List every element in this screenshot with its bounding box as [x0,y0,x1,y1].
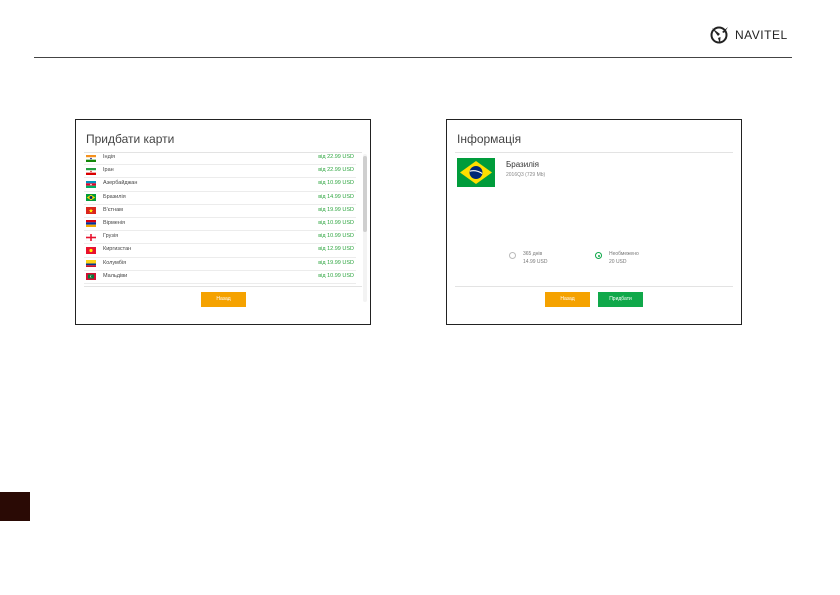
navitel-wordmark: NAVITEL [735,28,788,42]
option-label: Необмежено [609,251,639,257]
country-row[interactable]: В'єтнам від 19.99 USD [84,205,356,218]
country-name: Мальдіви [103,272,128,279]
armenia-flag-icon [86,220,96,228]
back-button[interactable]: Назад [201,292,246,307]
info-title: Інформація [457,132,522,146]
country-row[interactable]: Киргизстан від 12.99 USD [84,244,356,258]
option-price: 14.99 USD [523,259,548,265]
country-row[interactable]: Іран від 22.99 USD [84,165,356,179]
colombia-flag-icon [86,260,96,267]
country-price: від 10.99 USD [318,219,354,226]
footer-divider [455,286,733,287]
navitel-logo: NAVITEL [708,24,788,46]
country-list-scrollbar[interactable] [363,154,367,302]
country-price: від 10.99 USD [318,233,354,240]
vietnam-flag-icon [86,207,96,215]
brazil-flag-icon [86,194,96,202]
azerbaijan-flag-icon [86,180,96,188]
buy-button[interactable]: Придбати [598,292,643,307]
georgia-flag-icon [86,233,96,241]
maldives-flag-icon [86,273,96,281]
radio-button-selected[interactable] [595,252,602,259]
country-price: від 10.99 USD [318,180,354,187]
buy-maps-screen: Придбати карти Індія від 22.99 USD Іран … [75,119,371,325]
title-divider [455,152,733,153]
country-name: Бразилія [506,160,539,169]
country-price: від 14.99 USD [318,193,354,200]
radio-button[interactable] [509,252,516,259]
footer-divider [84,286,362,287]
brazil-flag-icon [457,158,495,187]
country-row[interactable]: Бразилія від 14.99 USD [84,192,356,205]
country-price: від 19.99 USD [318,259,354,266]
option-label: 365 днів [523,251,543,257]
buy-maps-title: Придбати карти [86,132,175,146]
map-version: 2016Q3 (729 Mb) [506,172,546,178]
back-button[interactable]: Назад [545,292,590,307]
country-row[interactable]: Грузія від 10.99 USD [84,231,356,245]
country-row[interactable]: Мальдіви від 10.99 USD [84,271,356,284]
option-price: 20 USD [609,259,627,265]
page-edge-tab [0,492,30,521]
header-divider [34,57,792,58]
country-row[interactable]: Вірменія від 10.99 USD [84,218,356,232]
country-row[interactable]: Азербайджан від 10.99 USD [84,178,356,192]
country-row[interactable]: Індія від 22.99 USD [84,152,356,166]
info-screen: Інформація Бразилія 2016Q3 (729 Mb) 365 … [446,119,742,325]
country-name: Колумбія [103,259,127,266]
country-name: Вірменія [103,219,126,226]
country-name: Азербайджан [103,180,138,187]
country-name: Киргизстан [103,246,132,253]
country-name: Індія [103,154,115,160]
country-price: від 12.99 USD [318,246,354,253]
country-price: від 19.99 USD [318,206,354,213]
country-name: Грузія [103,233,119,240]
country-row[interactable]: Колумбія від 19.99 USD [84,258,356,271]
india-flag-icon [86,154,96,162]
country-list: Індія від 22.99 USD Іран від 22.99 USD А… [84,152,356,304]
iran-flag-icon [86,167,96,175]
kyrgyzstan-flag-icon [86,246,96,254]
country-price: від 22.99 USD [318,154,354,160]
country-name: Іран [103,167,114,174]
country-name: Бразилія [103,193,126,200]
country-name: В'єтнам [103,206,123,213]
navitel-logo-icon [710,26,728,44]
country-price: від 10.99 USD [318,272,354,279]
country-price: від 22.99 USD [318,167,354,174]
scrollbar-thumb[interactable] [363,156,367,232]
